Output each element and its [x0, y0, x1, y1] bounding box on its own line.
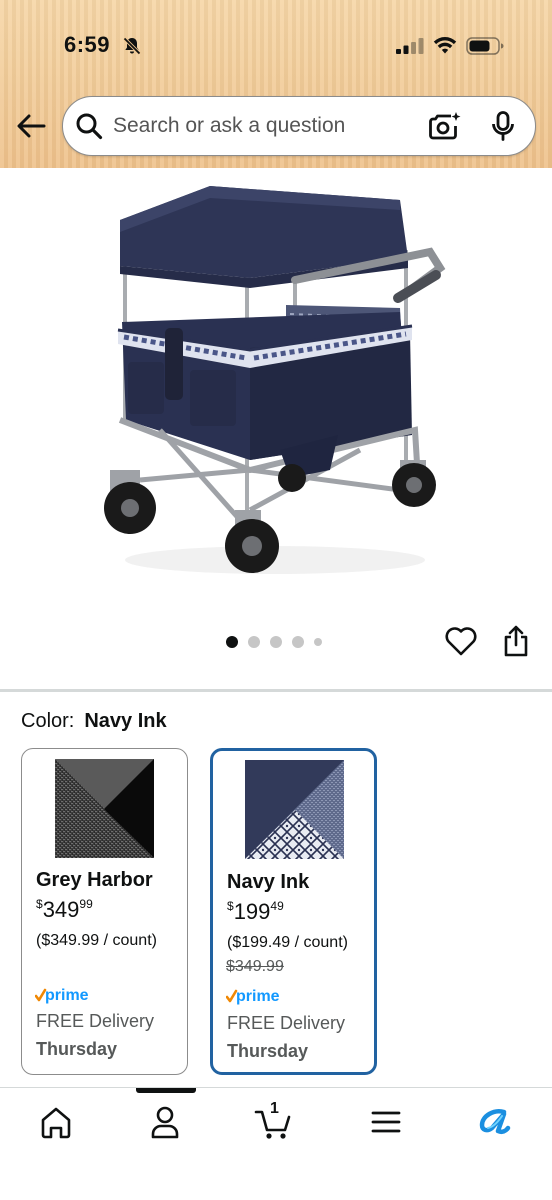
carousel-dot[interactable]: [248, 636, 260, 648]
account-icon[interactable]: [135, 1102, 195, 1142]
rufus-icon[interactable]: [466, 1102, 526, 1142]
selected-color: Navy Ink: [84, 710, 167, 732]
battery-icon: [466, 37, 504, 55]
delivery-day: Thursday: [227, 1041, 309, 1061]
unit-price: ($199.49 / count): [227, 934, 348, 951]
option-price: $19949: [227, 899, 284, 924]
wheel: [392, 460, 436, 507]
swatch-image: [245, 760, 344, 859]
cellular-signal-icon: [396, 38, 424, 54]
option-name: Navy Ink: [227, 871, 310, 893]
home-icon[interactable]: [26, 1102, 86, 1142]
prime-badge-icon: prime: [35, 987, 89, 1004]
search-bar[interactable]: [62, 96, 536, 156]
camera-icon[interactable]: [429, 111, 461, 141]
section-divider: [0, 689, 552, 692]
carousel-dot[interactable]: [314, 638, 322, 646]
swatch-image: [55, 759, 154, 858]
color-option-grey-harbor[interactable]: Grey Harbor $34999 ($349.99 / count) pri…: [21, 748, 188, 1075]
list-price: $349.99: [226, 958, 284, 975]
bell-slash-icon: [123, 37, 141, 55]
delivery-day: Thursday: [36, 1039, 118, 1059]
wifi-icon: [433, 37, 457, 54]
color-selector-heading: Color: Navy Ink: [21, 710, 167, 733]
wheel: [278, 464, 306, 492]
carousel-indicator: [226, 636, 322, 648]
carousel-dot[interactable]: [270, 636, 282, 648]
search-icon[interactable]: [75, 112, 103, 140]
status-time: 6:59: [64, 32, 111, 57]
heart-icon[interactable]: [444, 624, 478, 658]
color-option-navy-ink[interactable]: Navy Ink $19949 ($199.49 / count) $349.9…: [210, 748, 377, 1075]
carousel-dot[interactable]: [292, 636, 304, 648]
option-name: Grey Harbor: [36, 869, 153, 891]
product-image-carousel[interactable]: [0, 168, 552, 623]
option-price: $34999: [36, 897, 93, 922]
color-label: Color:: [21, 710, 75, 732]
arrow-left-icon[interactable]: [14, 110, 48, 142]
wheel: [225, 510, 279, 573]
active-tab-indicator: [136, 1088, 196, 1093]
prime-badge-icon: prime: [226, 988, 280, 1005]
product-image[interactable]: [100, 180, 450, 580]
delivery-label: FREE Delivery: [36, 1011, 155, 1031]
carousel-dot[interactable]: [226, 636, 238, 648]
unit-price: ($349.99 / count): [36, 932, 157, 949]
microphone-icon[interactable]: [491, 111, 515, 141]
app-header: 6:59: [0, 0, 552, 168]
menu-icon[interactable]: [356, 1102, 416, 1142]
svg-text:prime: prime: [236, 988, 280, 1005]
svg-text:prime: prime: [45, 987, 89, 1004]
share-icon[interactable]: [502, 624, 530, 658]
delivery-label: FREE Delivery: [227, 1013, 346, 1033]
cart-count-badge: 1: [270, 1100, 279, 1117]
search-input[interactable]: [113, 107, 413, 145]
